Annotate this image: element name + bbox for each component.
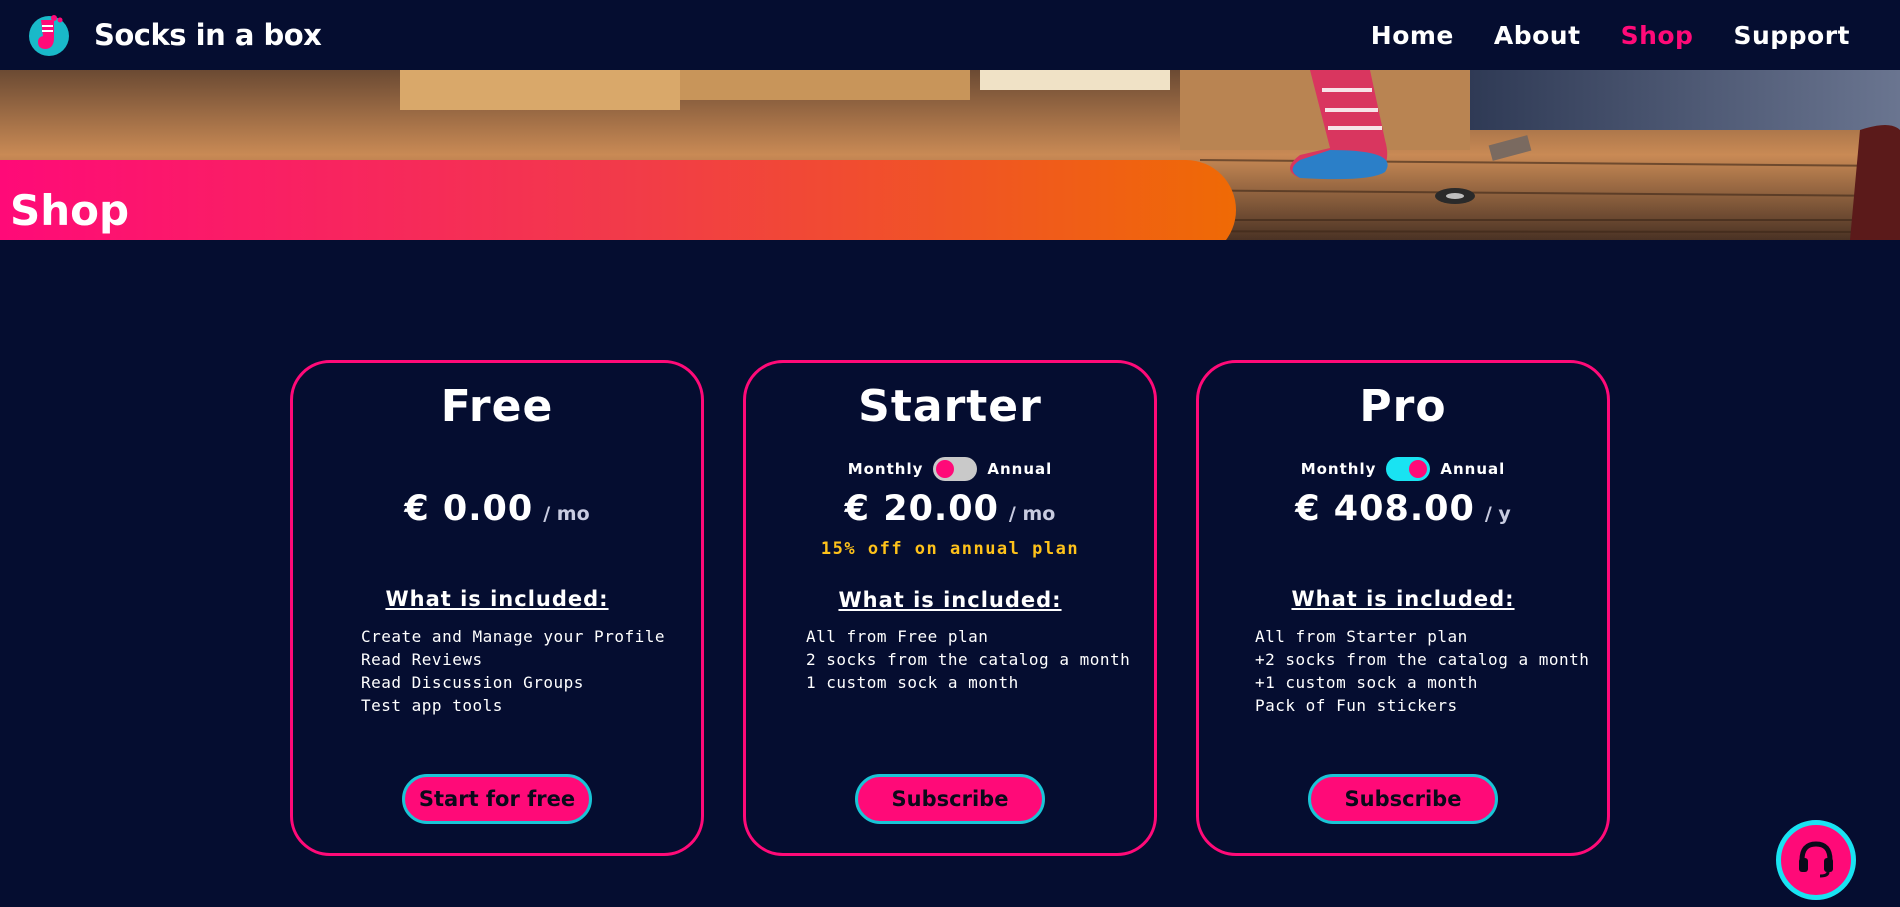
nav-shop[interactable]: Shop <box>1621 21 1694 50</box>
main-nav: Home About Shop Support <box>1331 21 1850 50</box>
plan-card-free: Free € 0.00 / mo What is included: Create… <box>290 360 704 856</box>
included-heading: What is included: <box>1291 587 1515 611</box>
nav-support[interactable]: Support <box>1733 21 1850 50</box>
included-heading: What is included: <box>838 588 1062 612</box>
feature-item: Create and Manage your Profile <box>361 627 665 646</box>
included-heading: What is included: <box>385 587 609 611</box>
subscribe-pro-button[interactable]: Subscribe <box>1308 774 1498 824</box>
plan-price: € 408.00 / y <box>1199 489 1607 529</box>
price-period: / y <box>1484 503 1511 525</box>
feature-item: +1 custom sock a month <box>1255 673 1478 692</box>
billing-toggle-group: Monthly Annual <box>1199 457 1607 481</box>
feature-item: Read Reviews <box>361 650 483 669</box>
feature-list: All from Free plan 2 socks from the cata… <box>806 625 1130 694</box>
toggle-label-annual: Annual <box>1440 460 1506 478</box>
feature-item: +2 socks from the catalog a month <box>1255 650 1590 669</box>
sock-logo-icon <box>26 12 72 58</box>
page-title: Shop <box>10 185 130 235</box>
feature-item: All from Starter plan <box>1255 627 1468 646</box>
support-chat-button[interactable] <box>1776 820 1856 900</box>
feature-item: Test app tools <box>361 696 503 715</box>
brand[interactable]: Socks in a box <box>26 12 322 58</box>
nav-home[interactable]: Home <box>1371 21 1454 50</box>
billing-toggle[interactable] <box>1386 457 1431 481</box>
feature-item: 2 socks from the catalog a month <box>806 650 1131 669</box>
feature-item: Pack of Fun stickers <box>1255 696 1458 715</box>
price-period: / mo <box>543 503 590 525</box>
brand-name: Socks in a box <box>94 18 322 52</box>
subscribe-starter-button[interactable]: Subscribe <box>855 774 1045 824</box>
plan-card-pro: Pro Monthly Annual € 408.00 / y What is i… <box>1196 360 1610 856</box>
toggle-knob <box>1409 460 1428 478</box>
plan-name: Starter <box>858 381 1042 432</box>
feature-item: 1 custom sock a month <box>806 673 1019 692</box>
feature-list: All from Starter plan +2 socks from the … <box>1255 625 1589 717</box>
toggle-knob <box>936 460 955 478</box>
plan-card-starter: Starter Monthly Annual € 20.00 / mo 15% o… <box>743 360 1157 856</box>
top-navbar: Socks in a box Home About Shop Support <box>0 0 1900 70</box>
feature-list: Create and Manage your Profile Read Revi… <box>361 625 665 717</box>
plan-price: € 0.00 / mo <box>293 489 701 529</box>
price-amount: € 0.00 <box>404 489 534 529</box>
price-amount: € 20.00 <box>844 489 999 529</box>
plan-name: Free <box>440 381 554 432</box>
nav-about[interactable]: About <box>1494 21 1581 50</box>
start-for-free-button[interactable]: Start for free <box>402 774 592 824</box>
price-period: / mo <box>1008 503 1056 525</box>
hero-banner: Shop <box>0 70 1900 240</box>
feature-item: All from Free plan <box>806 627 989 646</box>
billing-toggle[interactable] <box>933 457 978 481</box>
plan-name: Pro <box>1359 381 1447 432</box>
toggle-label-monthly: Monthly <box>1300 460 1377 478</box>
toggle-label-annual: Annual <box>987 460 1053 478</box>
discount-note: 15% off on annual plan <box>820 539 1080 559</box>
page-title-banner: Shop <box>0 160 1236 240</box>
billing-toggle-group: Monthly Annual <box>746 457 1154 481</box>
headset-icon <box>1794 836 1838 884</box>
plan-price: € 20.00 / mo <box>746 489 1154 529</box>
feature-item: Read Discussion Groups <box>361 673 584 692</box>
price-amount: € 408.00 <box>1295 489 1475 529</box>
toggle-label-monthly: Monthly <box>847 460 924 478</box>
